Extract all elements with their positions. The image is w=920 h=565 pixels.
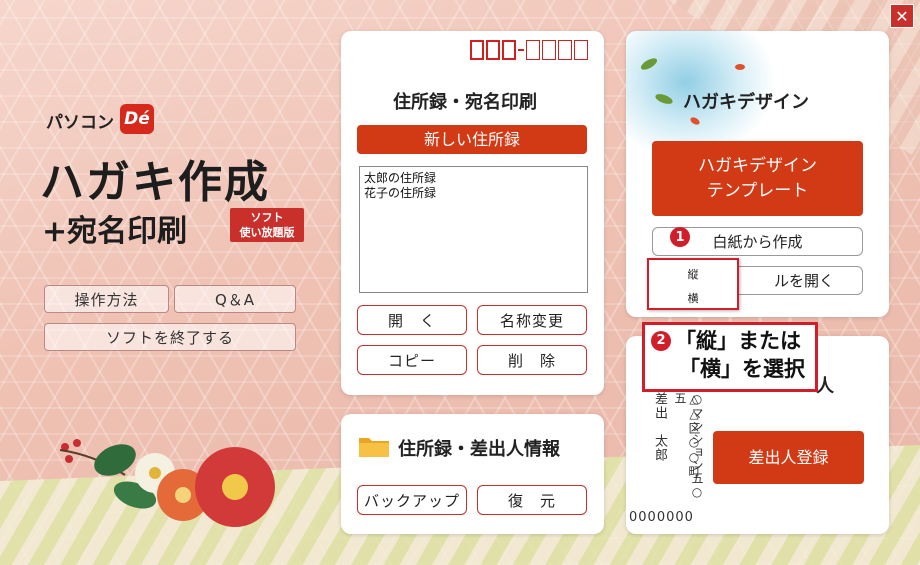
orientation-popup-menu: 縦 横	[647, 258, 739, 310]
design-template-button[interactable]: ハガキデザイン テンプレート	[652, 141, 863, 216]
address-panel-title: 住所録・宛名印刷	[393, 92, 537, 113]
sender-zip-code: 0000000	[629, 510, 694, 525]
horizontal-option[interactable]: 横	[649, 290, 737, 306]
backup-panel-title: 住所録・差出人情報	[398, 439, 560, 460]
backup-panel	[341, 414, 604, 534]
callout-line2: 「横」を選択	[679, 357, 805, 381]
callout-line1: 「縦」または	[675, 329, 801, 353]
address-book-list[interactable]: 太郎の住所録 花子の住所録	[359, 166, 588, 293]
backup-button[interactable]: バックアップ	[357, 485, 467, 515]
vertical-option[interactable]: 縦	[649, 266, 737, 282]
list-item[interactable]: 太郎の住所録	[364, 171, 583, 186]
close-button[interactable]: ✕	[890, 4, 914, 28]
delete-button[interactable]: 削 除	[477, 345, 587, 375]
design-template-label-1: ハガキデザイン	[698, 155, 817, 176]
app-subtitle: +宛名印刷	[42, 214, 188, 249]
postal-code-boxes	[470, 40, 588, 60]
app-title: ハガキ作成	[40, 157, 270, 208]
design-template-label-2: テンプレート	[706, 180, 809, 201]
camellia-illustration	[59, 439, 275, 527]
brand-logo-mark: Dé	[120, 104, 154, 134]
list-item[interactable]: 花子の住所録	[364, 186, 583, 201]
qa-button[interactable]: Q＆A	[174, 285, 296, 313]
howto-button[interactable]: 操作方法	[44, 285, 169, 313]
design-panel-title: ハガキデザイン	[683, 92, 809, 113]
step-1-badge: 1	[670, 227, 690, 247]
instruction-callout: 2 「縦」または 「横」を選択	[642, 322, 818, 392]
edition-badge-line1: ソフト	[250, 211, 284, 224]
edition-badge: ソフト 使い放題版	[230, 208, 304, 242]
sender-panel-title-partial: 人	[816, 376, 834, 397]
sender-address-line2: ○マンション五○五	[673, 392, 704, 500]
copy-button[interactable]: コピー	[357, 345, 467, 375]
open-button[interactable]: 開 く	[357, 305, 467, 335]
new-address-book-button[interactable]: 新しい住所録	[357, 125, 587, 154]
edition-badge-line2: 使い放題版	[239, 226, 295, 239]
brand-name: パソコン	[46, 113, 114, 133]
step-2-badge: 2	[651, 331, 671, 351]
sender-name: 差出 太郎	[652, 392, 667, 462]
restore-button[interactable]: 復 元	[477, 485, 587, 515]
sender-register-button[interactable]: 差出人登録	[713, 431, 864, 484]
folder-icon	[359, 438, 389, 457]
goldfish-decoration	[735, 64, 745, 70]
exit-button[interactable]: ソフトを終了する	[44, 323, 296, 351]
rename-button[interactable]: 名称変更	[477, 305, 587, 335]
